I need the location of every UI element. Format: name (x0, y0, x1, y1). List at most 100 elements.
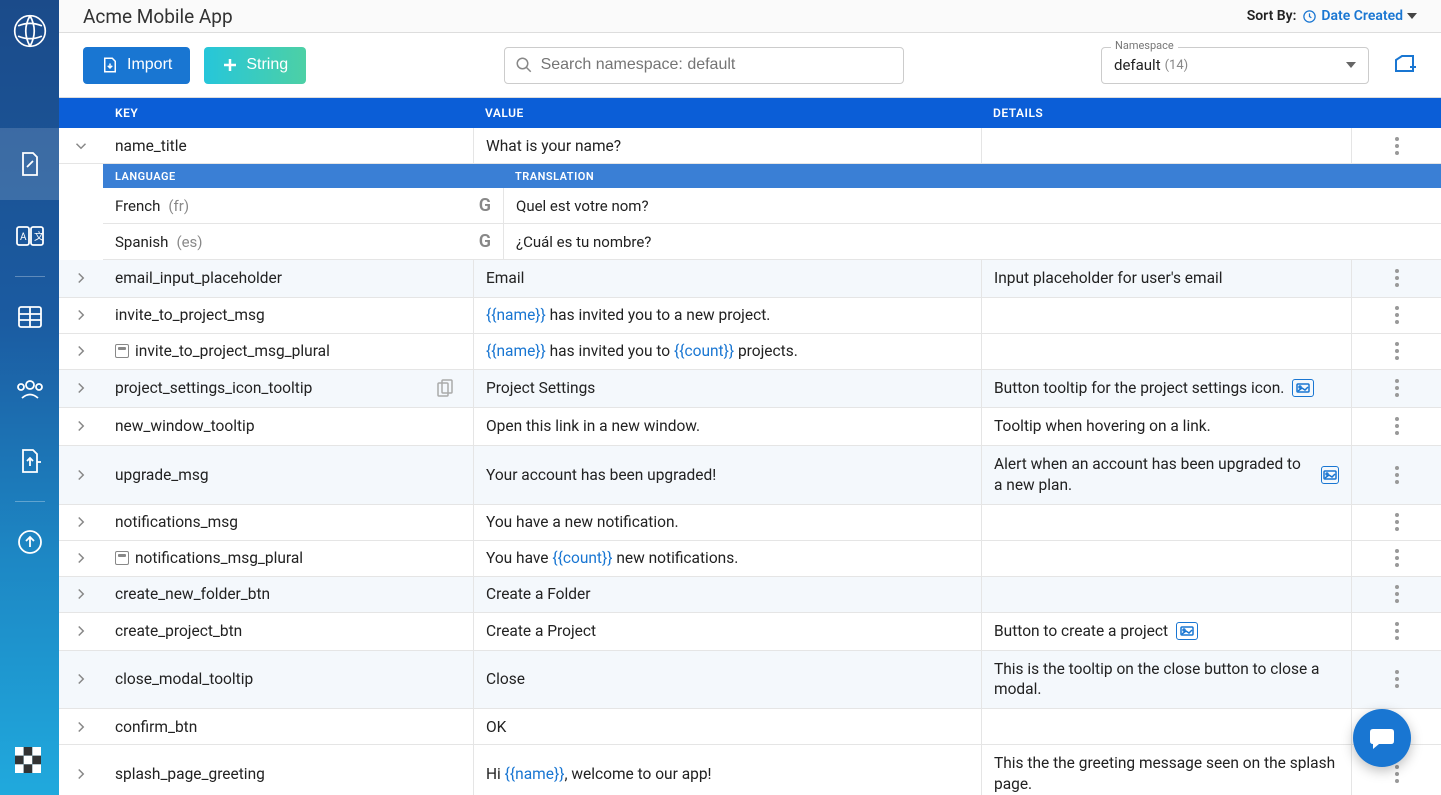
cell-value[interactable]: OK (473, 709, 981, 744)
cell-key[interactable]: splash_page_greeting (103, 745, 473, 795)
nav-item-grid[interactable] (15, 747, 45, 777)
google-translate-icon[interactable]: G (479, 195, 491, 216)
cell-value[interactable]: Create a Folder (473, 577, 981, 612)
row-menu[interactable] (1351, 446, 1441, 504)
row-menu[interactable] (1351, 370, 1441, 407)
cell-value[interactable]: {{name}} has invited you to a new projec… (473, 298, 981, 333)
google-translate-icon[interactable]: G (479, 231, 491, 252)
row-menu[interactable] (1351, 505, 1441, 540)
image-badge-icon[interactable] (1176, 622, 1198, 640)
sort-by-label: Sort By: (1247, 8, 1297, 24)
table-row: confirm_btnOK (59, 709, 1441, 745)
expand-toggle[interactable] (59, 408, 103, 445)
row-menu[interactable] (1351, 613, 1441, 650)
add-namespace-icon[interactable] (1393, 53, 1417, 77)
cell-key[interactable]: email_input_placeholder (103, 260, 473, 297)
table-row: notifications_msgYou have a new notifica… (59, 505, 1441, 541)
cell-details: This the the greeting message seen on th… (981, 745, 1351, 795)
row-menu[interactable] (1351, 541, 1441, 576)
nav-item-sync[interactable] (0, 506, 59, 578)
cell-value[interactable]: Create a Project (473, 613, 981, 650)
copy-icon[interactable] (437, 379, 453, 397)
row-menu[interactable] (1351, 128, 1441, 163)
cell-value[interactable]: Your account has been upgraded! (473, 446, 981, 504)
cell-key[interactable]: confirm_btn (103, 709, 473, 744)
more-icon (1395, 466, 1399, 484)
cell-key[interactable]: create_project_btn (103, 613, 473, 650)
nav-item-editor[interactable] (0, 128, 59, 200)
expand-toggle[interactable] (59, 577, 103, 612)
cell-key[interactable]: upgrade_msg (103, 446, 473, 504)
table-row: splash_page_greetingHi {{name}}, welcome… (59, 745, 1441, 795)
row-menu[interactable] (1351, 334, 1441, 369)
top-bar: Acme Mobile App Sort By: Date Created (59, 0, 1441, 33)
cell-key[interactable]: create_new_folder_btn (103, 577, 473, 612)
chevron-down-icon (1407, 13, 1417, 19)
cell-details (981, 334, 1351, 369)
table-row: project_settings_icon_tooltipProject Set… (59, 370, 1441, 408)
cell-value[interactable]: Open this link in a new window. (473, 408, 981, 445)
row-menu[interactable] (1351, 260, 1441, 297)
translation-lang: Spanish (es)G (103, 224, 503, 259)
cell-value[interactable]: Email (473, 260, 981, 297)
import-button[interactable]: Import (83, 47, 190, 84)
cell-key[interactable]: project_settings_icon_tooltip (103, 370, 473, 407)
table-row: upgrade_msgYour account has been upgrade… (59, 446, 1441, 505)
expand-toggle[interactable] (59, 651, 103, 709)
search-input-wrap[interactable] (504, 47, 904, 84)
expand-toggle[interactable] (59, 370, 103, 407)
row-menu[interactable] (1351, 577, 1441, 612)
expand-toggle[interactable] (59, 613, 103, 650)
nav-item-team[interactable] (0, 353, 59, 425)
expand-toggle[interactable] (59, 334, 103, 369)
image-badge-icon[interactable] (1321, 466, 1339, 484)
row-menu[interactable] (1351, 408, 1441, 445)
cell-details: Input placeholder for user's email (981, 260, 1351, 297)
cell-value[interactable]: {{name}} has invited you to {{count}} pr… (473, 334, 981, 369)
expand-toggle[interactable] (59, 745, 103, 795)
app-logo-icon (13, 14, 47, 48)
cell-key[interactable]: new_window_tooltip (103, 408, 473, 445)
cell-value[interactable]: What is your name? (473, 128, 981, 163)
table-row: create_project_btnCreate a ProjectButton… (59, 613, 1441, 651)
expand-toggle[interactable] (59, 128, 103, 163)
expand-toggle[interactable] (59, 505, 103, 540)
expand-toggle[interactable] (59, 298, 103, 333)
table-row: email_input_placeholderEmailInput placeh… (59, 260, 1441, 298)
cell-value[interactable]: Close (473, 651, 981, 709)
expand-toggle[interactable] (59, 709, 103, 744)
row-menu[interactable] (1351, 651, 1441, 709)
cell-key[interactable]: invite_to_project_msg_plural (103, 334, 473, 369)
table-row: new_window_tooltipOpen this link in a ne… (59, 408, 1441, 446)
row-menu[interactable] (1351, 298, 1441, 333)
expand-toggle[interactable] (59, 446, 103, 504)
translation-lang: French (fr)G (103, 188, 503, 223)
nav-item-languages[interactable]: A文 (0, 200, 59, 272)
cell-key[interactable]: invite_to_project_msg (103, 298, 473, 333)
expand-toggle[interactable] (59, 541, 103, 576)
chat-icon (1369, 726, 1395, 750)
cell-details (981, 298, 1351, 333)
translation-text[interactable]: Quel est votre nom? (503, 188, 1441, 223)
translation-text[interactable]: ¿Cuál es tu nombre? (503, 224, 1441, 259)
cell-value[interactable]: Hi {{name}}, welcome to our app! (473, 745, 981, 795)
cell-details (981, 577, 1351, 612)
cell-value[interactable]: You have {{count}} new notifications. (473, 541, 981, 576)
nav-item-export[interactable] (0, 425, 59, 497)
image-badge-icon[interactable] (1292, 379, 1314, 397)
namespace-select[interactable]: default (14) (1101, 47, 1369, 84)
cell-value[interactable]: You have a new notification. (473, 505, 981, 540)
more-icon (1395, 513, 1399, 531)
nav-item-table[interactable] (0, 281, 59, 353)
search-input[interactable] (541, 56, 893, 74)
add-string-button[interactable]: String (204, 47, 306, 84)
sort-by-dropdown[interactable]: Date Created (1302, 8, 1417, 24)
cell-key[interactable]: notifications_msg (103, 505, 473, 540)
cell-key[interactable]: notifications_msg_plural (103, 541, 473, 576)
cell-details: Button to create a project (981, 613, 1351, 650)
cell-value[interactable]: Project Settings (473, 370, 981, 407)
chat-fab[interactable] (1353, 709, 1411, 767)
expand-toggle[interactable] (59, 260, 103, 297)
cell-key[interactable]: name_title (103, 128, 473, 163)
cell-key[interactable]: close_modal_tooltip (103, 651, 473, 709)
